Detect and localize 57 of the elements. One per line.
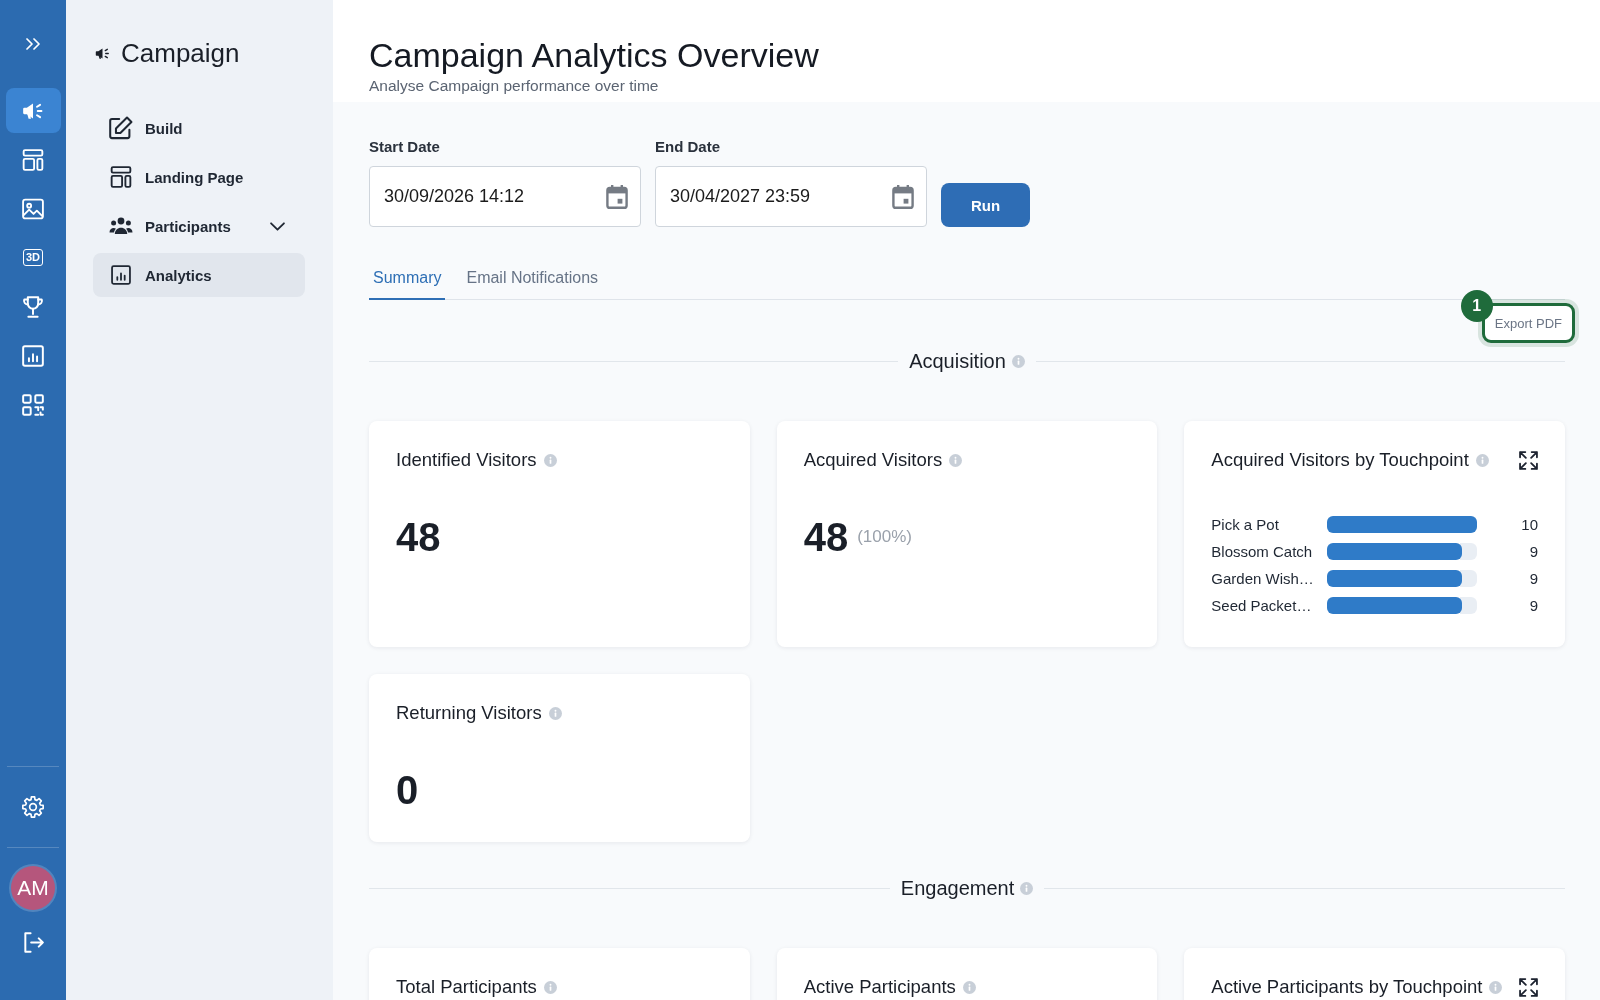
category-label: Blossom Catch [1211, 542, 1314, 562]
megaphone-icon [95, 45, 110, 61]
expand-icon[interactable] [1519, 450, 1538, 470]
run-button[interactable]: Run [941, 183, 1030, 227]
export-pdf-button[interactable]: Export PDF [1481, 303, 1575, 343]
tab[interactable]: Summary [369, 258, 446, 300]
sidebar-title: Campaign [121, 37, 240, 70]
page-title: Campaign Analytics Overview [369, 35, 820, 76]
calendar-icon[interactable] [892, 184, 914, 209]
field-label: End Date [655, 138, 721, 156]
section-title: Acquisition [909, 349, 1006, 374]
value-label: 10 [1521, 515, 1538, 535]
card-title: Acquired Visitors by Touchpoint [1211, 449, 1469, 471]
category-label: Garden Wish… [1211, 569, 1315, 589]
category-label: Seed Packet… [1211, 596, 1313, 616]
sidebar-item[interactable]: Landing Page [93, 155, 305, 199]
nav-rail-button[interactable] [5, 88, 61, 133]
layout-icon [110, 166, 132, 188]
date-field[interactable]: 30/04/2027 23:59 [655, 166, 927, 227]
tab[interactable]: Email Notifications [462, 258, 603, 300]
field-label: Start Date [369, 138, 441, 156]
card-title: Active Participants [803, 976, 956, 998]
grid-icon [22, 393, 44, 416]
chart-icon [22, 344, 44, 367]
value-label: 9 [1529, 569, 1538, 589]
stat-percentage: (100%) [857, 526, 912, 548]
sidebar-item[interactable]: Participants [93, 204, 305, 248]
card-title: Returning Visitors [396, 702, 542, 724]
user-avatar[interactable]: AM [11, 866, 55, 910]
category-label: Pick a Pot [1211, 515, 1280, 535]
logout-icon[interactable] [22, 931, 44, 953]
trophy-icon [22, 295, 44, 318]
double-chevron-icon[interactable] [26, 37, 40, 51]
stat-value: 0 [396, 767, 419, 814]
step-marker: 1 [1460, 290, 1493, 322]
date-field[interactable]: 30/09/2026 14:12 [369, 166, 641, 227]
expand-icon[interactable] [1519, 977, 1538, 997]
stat-value: 48 [803, 514, 849, 561]
chart-icon [111, 265, 131, 285]
value-label: 9 [1529, 542, 1538, 562]
edit-icon [109, 116, 133, 140]
calendar-icon[interactable] [606, 184, 628, 209]
page-subtitle: Analyse Campaign performance over time [369, 76, 660, 96]
stat-value: 48 [396, 514, 441, 561]
nav-rail-button[interactable]: 3D [5, 235, 61, 280]
layout-icon [22, 148, 44, 171]
sidebar-item[interactable]: Build [93, 106, 305, 150]
image-icon [22, 197, 44, 220]
card-title: Identified Visitors [396, 449, 537, 471]
section-title: Engagement [900, 876, 1015, 901]
settings-icon[interactable] [22, 796, 44, 818]
card-title: Acquired Visitors [803, 449, 943, 471]
card-title: Active Participants by Touchpoint [1211, 976, 1483, 998]
card-title: Total Participants [396, 976, 537, 998]
value-label: 9 [1529, 596, 1538, 616]
people-icon [109, 216, 133, 236]
sidebar-item[interactable]: Analytics [93, 253, 305, 297]
